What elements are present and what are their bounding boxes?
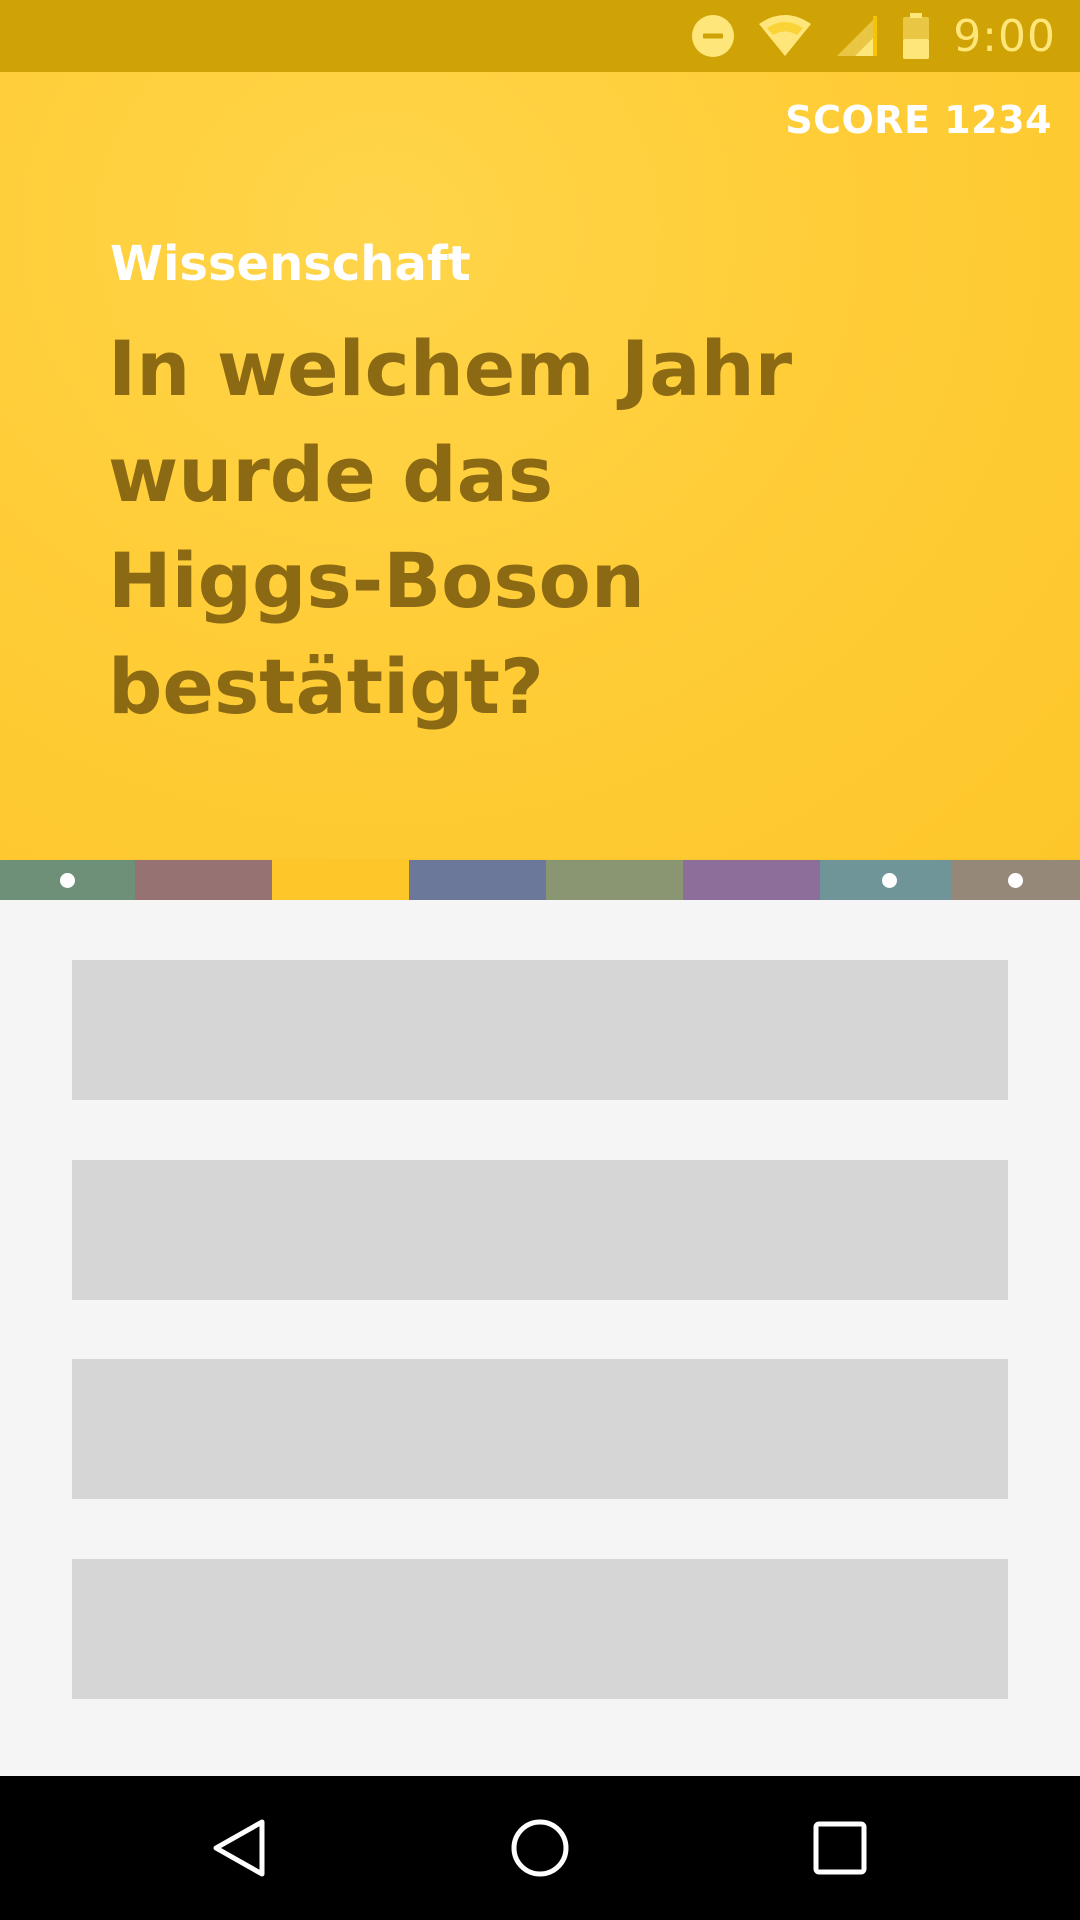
category-segment-1 <box>0 860 135 900</box>
category-progress-strip <box>0 860 1080 900</box>
answer-list <box>0 900 1080 1776</box>
category-segment-4 <box>409 860 546 900</box>
category-segment-7 <box>820 860 952 900</box>
answer-option-3[interactable] <box>72 1359 1008 1499</box>
category-segment-6 <box>683 860 820 900</box>
quiz-screen: 9:00 SCORE 1234 Wissenschaft In welchem … <box>0 0 1080 1920</box>
recents-icon[interactable] <box>808 1816 872 1880</box>
do-not-disturb-icon <box>691 14 735 58</box>
category-segment-5 <box>546 860 683 900</box>
wifi-icon <box>757 14 813 58</box>
status-icons: 9:00 <box>691 0 1056 72</box>
status-time: 9:00 <box>953 10 1056 62</box>
question-text: In welchem Jahr wurde das Higgs-Boson be… <box>108 324 793 731</box>
back-icon[interactable] <box>208 1816 272 1880</box>
home-icon[interactable] <box>508 1816 572 1880</box>
category-answered-dot <box>60 873 75 888</box>
navigation-bar <box>0 1776 1080 1920</box>
category-segment-8 <box>952 860 1080 900</box>
category-segment-3 <box>272 860 409 900</box>
cell-signal-icon <box>835 14 879 58</box>
answer-option-4[interactable] <box>72 1559 1008 1699</box>
category-title: Wissenschaft <box>110 236 471 292</box>
score-label: SCORE 1234 <box>785 98 1052 142</box>
category-segment-2 <box>135 860 272 900</box>
answer-option-1[interactable] <box>72 960 1008 1100</box>
category-answered-dot <box>882 873 897 888</box>
battery-icon <box>901 13 931 59</box>
category-answered-dot <box>1008 873 1023 888</box>
answer-option-2[interactable] <box>72 1160 1008 1300</box>
status-bar: 9:00 <box>0 0 1080 72</box>
question-header: SCORE 1234 Wissenschaft In welchem Jahr … <box>0 72 1080 860</box>
